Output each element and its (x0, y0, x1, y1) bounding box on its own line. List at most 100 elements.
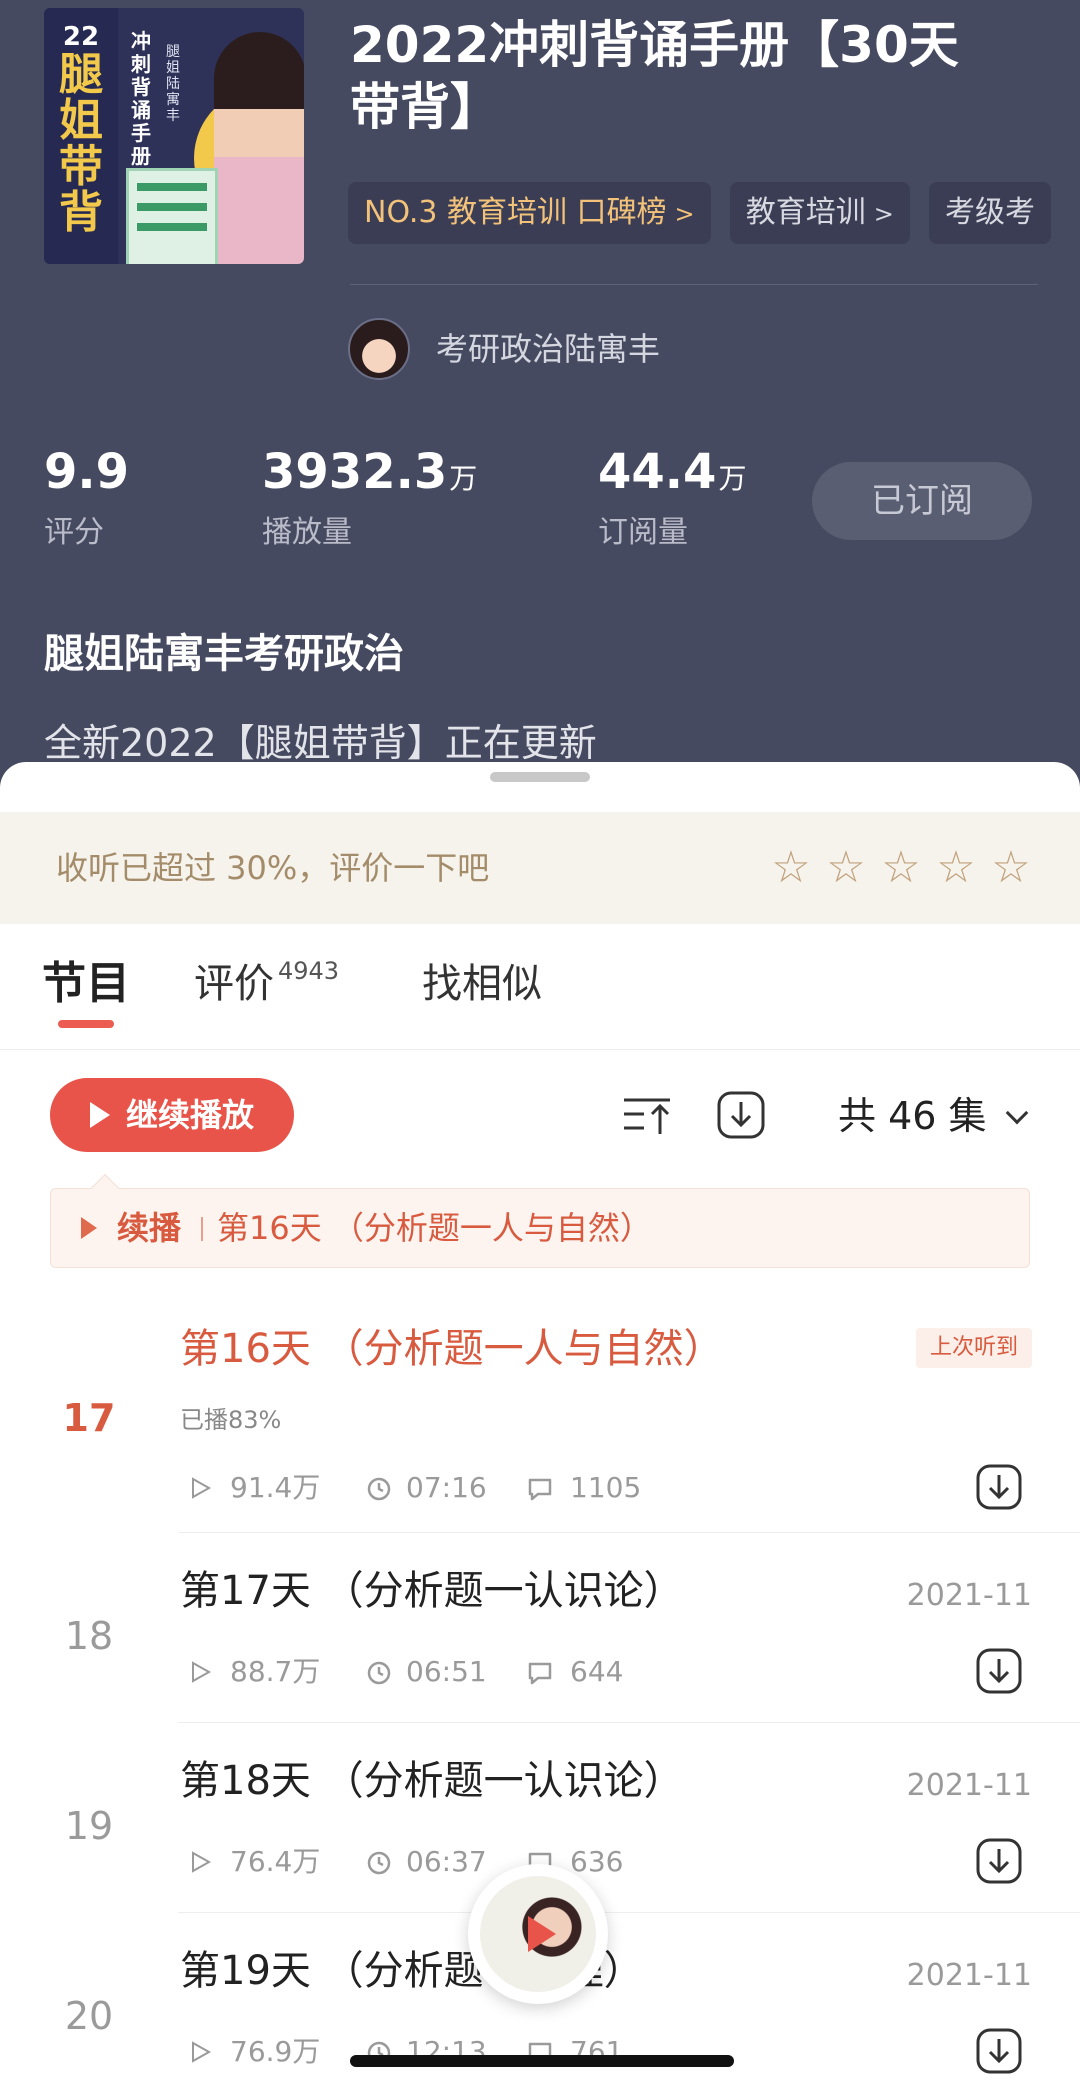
resume-prefix: 续播 (117, 1209, 182, 1247)
play-icon (81, 1217, 97, 1239)
clock-icon (367, 1661, 391, 1685)
row-divider (178, 1532, 1080, 1533)
sheet-drag-handle[interactable] (490, 772, 590, 782)
episode-title: 第16天 （分析题一人与自然） (180, 1326, 724, 1372)
home-indicator[interactable] (350, 2055, 734, 2067)
play-count: 76.4万 (230, 1845, 321, 1878)
comment-count: 644 (570, 1655, 624, 1688)
review-count-badge: 4943 (278, 957, 340, 985)
cover-person-photo (214, 32, 304, 264)
rating-prompt-text: 收听已超过 30%，评价一下吧 (56, 849, 490, 887)
resume-separator (201, 1217, 203, 1241)
continue-play-label: 继续播放 (126, 1096, 255, 1134)
album-title: 2022冲刺背诵手册【30天 带背】 (350, 14, 1050, 138)
episode-number: 18 (64, 1614, 114, 1658)
tab-label: 评价 (194, 961, 274, 1007)
batch-download-icon[interactable] (716, 1090, 766, 1140)
tab-bar: 节目 评价 4943 找相似 (0, 954, 1080, 1050)
album-title-line2: 带背】 (350, 78, 500, 136)
episode-meta: 91.4万 07:16 1105 (180, 1468, 680, 1508)
star-icon[interactable]: ☆ (877, 842, 925, 894)
comment-icon (528, 1662, 552, 1685)
clock-icon (367, 1477, 391, 1501)
category-chip[interactable]: 教育培训 > (729, 182, 910, 244)
channel-name: 腿姐陆寓丰考研政治 (44, 631, 404, 677)
subscribed-button[interactable]: 已订阅 (812, 462, 1032, 540)
tab-reviews[interactable]: 评价 4943 (194, 954, 339, 1014)
download-icon[interactable] (976, 1464, 1022, 1510)
stat-plays: 3932.3万 播放量 (262, 444, 477, 553)
tab-label: 找相似 (422, 961, 542, 1007)
cover-title-char: 带 (59, 141, 103, 192)
chip-label: 考级考 (944, 195, 1035, 230)
clock-icon (367, 1851, 391, 1875)
download-icon[interactable] (976, 2028, 1022, 2074)
play-icon (528, 1916, 556, 1952)
cover-title-char: 姐 (59, 95, 103, 146)
cover-side-author: 腿姐陆寓丰 (166, 44, 180, 124)
play-count-icon (192, 1851, 212, 1873)
chevron-down-icon (1005, 1101, 1028, 1125)
cover-side-title: 冲刺背诵手册 (131, 29, 151, 168)
download-icon[interactable] (976, 1648, 1022, 1694)
cover-title-char: 腿 (59, 49, 103, 100)
episode-row[interactable]: 17 第16天 （分析题一人与自然） 上次听到 已播83% 91.4万 07:1… (0, 1310, 1080, 1534)
star-icon[interactable]: ☆ (822, 842, 870, 894)
stat-label: 订阅量 (598, 515, 688, 550)
tag-chips: NO.3 教育培训 口碑榜 > 教育培训 > 考级考 (348, 182, 1080, 244)
author-avatar[interactable] (348, 318, 410, 380)
episode-meta: 88.7万 06:51 644 (180, 1652, 680, 1692)
row-divider (178, 1722, 1080, 1723)
ranking-chip[interactable]: NO.3 教育培训 口碑榜 > (348, 182, 711, 244)
play-count-icon (192, 2041, 212, 2063)
episode-number: 17 (62, 1396, 116, 1440)
album-header: 22 腿 姐 带 背 冲刺背诵手册 腿姐陆寓丰 2022冲刺背诵手册【30天 带… (0, 0, 1080, 800)
stat-subscribers: 44.4万 订阅量 (598, 444, 746, 553)
episode-meta: 76.4万 06:37 636 (180, 1842, 680, 1882)
episode-title: 第18天 （分析题一认识论） (180, 1758, 684, 1804)
cover-title-char: 背 (59, 187, 103, 238)
stat-value: 3932.3 (262, 444, 448, 500)
download-icon[interactable] (976, 1838, 1022, 1884)
star-icon[interactable]: ☆ (987, 842, 1035, 894)
episode-duration: 06:37 (406, 1845, 487, 1878)
stat-label: 评分 (44, 515, 104, 550)
album-title-line1: 2022冲刺背诵手册【30天 (350, 16, 959, 74)
play-count: 76.9万 (230, 2035, 321, 2068)
tab-similar[interactable]: 找相似 (422, 954, 542, 1014)
chevron-right-icon: > (674, 200, 695, 228)
category-chip[interactable]: 考级考 (928, 182, 1051, 244)
tab-episodes[interactable]: 节目 (42, 954, 130, 1014)
play-count: 91.4万 (230, 1471, 321, 1504)
rating-prompt-bar: 收听已超过 30%，评价一下吧 ☆ ☆ ☆ ☆ ☆ (0, 812, 1080, 924)
tooltip-notch (90, 1173, 120, 1203)
album-cover-image[interactable]: 22 腿 姐 带 背 冲刺背诵手册 腿姐陆寓丰 (44, 8, 304, 264)
comment-icon (528, 1478, 552, 1501)
chevron-right-icon: > (873, 200, 894, 228)
episode-date: 2021-11 (906, 1958, 1032, 1993)
header-divider (350, 284, 1038, 285)
stat-label: 播放量 (262, 515, 352, 550)
active-tab-indicator (58, 1020, 114, 1028)
episode-date: 2021-11 (906, 1578, 1032, 1613)
chip-label: 教育培训 (745, 195, 866, 230)
sort-order-icon[interactable] (622, 1090, 672, 1140)
stat-unit: 万 (449, 462, 478, 495)
episode-duration: 07:16 (406, 1471, 487, 1504)
continue-play-button[interactable]: 继续播放 (50, 1078, 294, 1152)
star-icon[interactable]: ☆ (932, 842, 980, 894)
author-name[interactable]: 考研政治陆寓丰 (436, 328, 660, 370)
resume-playback-bar[interactable]: 续播 第16天 （分析题一人与自然） (50, 1173, 1030, 1268)
mini-player-button[interactable] (468, 1864, 608, 2004)
resume-episode-title: 第16天 （分析题一人与自然） (217, 1209, 652, 1247)
chip-label: NO.3 教育培训 口碑榜 (364, 195, 667, 230)
stat-value: 44.4 (598, 444, 717, 500)
stat-unit: 万 (718, 462, 747, 495)
episode-title: 第17天 （分析题一认识论） (180, 1568, 684, 1614)
stat-rating: 9.9 评分 (44, 444, 131, 553)
played-progress: 已播83% (180, 1406, 282, 1434)
episode-row[interactable]: 18 第17天 （分析题一认识论） 2021-11 88.7万 06:51 64… (0, 1534, 1080, 1724)
star-icon[interactable]: ☆ (767, 842, 815, 894)
episode-count-dropdown[interactable]: 共 46 集 (838, 1092, 1028, 1140)
episode-duration: 06:51 (406, 1655, 487, 1688)
